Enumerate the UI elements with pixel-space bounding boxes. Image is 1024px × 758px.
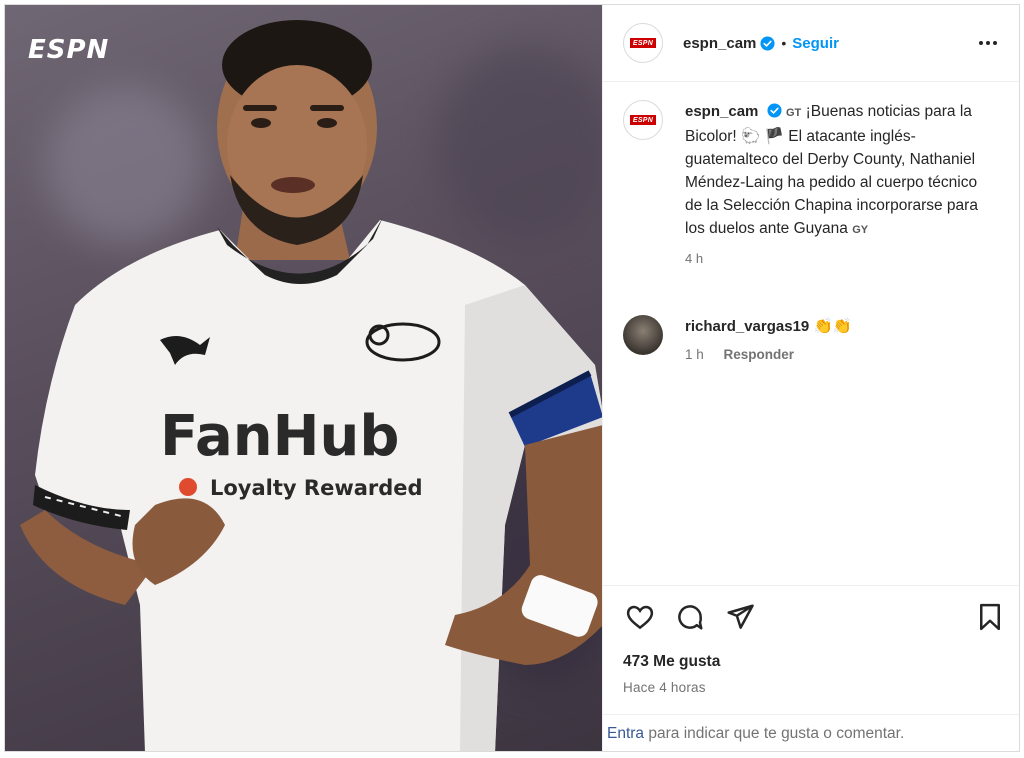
post-image[interactable]: FanHub Loyalty Rewarded ESPN <box>5 5 602 751</box>
comment-meta: 1 h Responder <box>685 347 852 362</box>
espn-logo: ESPN <box>630 38 656 48</box>
caption-body: espn_cam GT ¡Buenas noticias para la Bic… <box>685 100 985 270</box>
comment-time[interactable]: 1 h <box>685 347 704 362</box>
flag-guyana: GY <box>852 224 869 236</box>
post-side-panel: ESPN espn_cam • Seguir ESPN espn_cam GT … <box>602 5 1019 751</box>
verified-badge-icon <box>760 35 775 51</box>
comments-section: ESPN espn_cam GT ¡Buenas noticias para l… <box>603 82 1019 585</box>
caption-time[interactable]: 4 h <box>685 247 985 270</box>
instagram-post-embed: FanHub Loyalty Rewarded ESPN ESPN espn_c… <box>4 4 1020 752</box>
commenter-username[interactable]: richard_vargas19 <box>685 318 809 335</box>
espn-watermark: ESPN <box>28 35 110 65</box>
comment-body: richard_vargas19 👏👏 1 h Responder <box>685 315 852 362</box>
separator-dot: • <box>781 35 787 51</box>
post-caption: ESPN espn_cam GT ¡Buenas noticias para l… <box>623 100 1013 270</box>
bookmark-icon[interactable] <box>975 602 1005 632</box>
login-prompt-text: para indicar que te gusta o comentar. <box>644 725 905 742</box>
espn-logo: ESPN <box>630 115 656 125</box>
author-avatar[interactable]: ESPN <box>623 23 663 63</box>
author-username[interactable]: espn_cam <box>683 35 756 52</box>
likes-count[interactable]: 473 Me gusta <box>623 653 720 671</box>
flag-guatemala: GT <box>786 107 802 119</box>
post-timestamp[interactable]: Hace 4 horas <box>623 680 706 695</box>
login-prompt: Entra para indicar que te gusta o coment… <box>603 714 1019 751</box>
action-bar <box>603 585 1019 638</box>
post-header: ESPN espn_cam • Seguir <box>603 5 1019 82</box>
comment-icon[interactable] <box>675 602 705 632</box>
follow-button[interactable]: Seguir <box>792 35 839 52</box>
clap-emoji: 👏👏 <box>813 318 853 335</box>
reply-button[interactable]: Responder <box>724 347 795 362</box>
shirt-sponsor: FanHub <box>160 404 399 469</box>
player-illustration: FanHub Loyalty Rewarded <box>20 20 602 751</box>
shirt-slogan: Loyalty Rewarded <box>210 476 423 500</box>
comment-item: richard_vargas19 👏👏 1 h Responder <box>623 315 1013 362</box>
caption-author-avatar[interactable]: ESPN <box>623 100 663 140</box>
sheep-emoji: 🐑 <box>741 128 761 145</box>
flag-emoji: 🏴 <box>764 128 784 145</box>
commenter-avatar[interactable] <box>623 315 663 355</box>
heart-icon[interactable] <box>625 602 655 632</box>
more-options-icon[interactable] <box>976 31 1000 55</box>
comment-line: richard_vargas19 👏👏 <box>685 315 852 338</box>
verified-badge-icon <box>767 103 782 118</box>
caption-username[interactable]: espn_cam <box>685 103 758 120</box>
send-icon[interactable] <box>725 602 755 632</box>
login-link[interactable]: Entra <box>607 725 644 742</box>
